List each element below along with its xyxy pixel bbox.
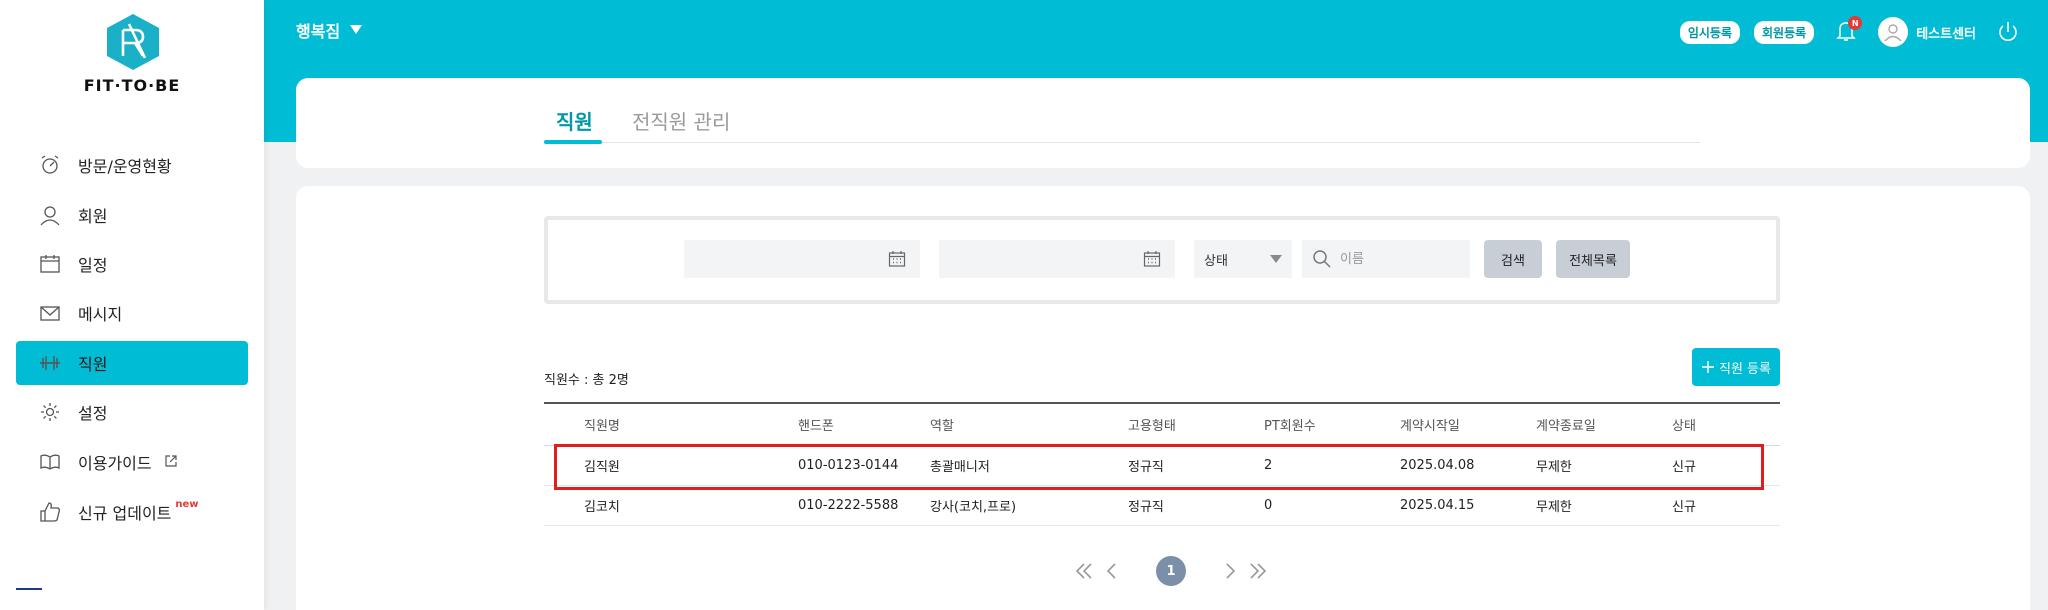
first-page-icon[interactable] xyxy=(1072,559,1096,583)
table-header-row: 직원명 핸드폰 역할 고용형태 PT회원수 계약시작일 계약종료일 상태 xyxy=(544,403,1780,445)
sidebar-item-guide[interactable]: 이용가이드 xyxy=(16,440,248,484)
tab-staff[interactable]: 직원 xyxy=(556,106,593,135)
table-spacer xyxy=(544,485,584,525)
table-cell: 010-2222-5588 xyxy=(798,497,899,513)
name-search-field[interactable] xyxy=(1302,240,1470,278)
brand-logo-text: FIT·TO·BE xyxy=(83,76,181,95)
sidebar-item-visit-status[interactable]: 방문/운영현황 xyxy=(16,143,248,187)
search-button[interactable]: 검색 xyxy=(1484,240,1542,278)
logout-button[interactable] xyxy=(1996,20,2020,44)
sidebar-item-label: 일정 xyxy=(78,256,108,275)
sidebar: FIT·TO·BE 방문/운영현황 회원 일정 메시지 직원 설정 이용가이드 … xyxy=(0,0,264,610)
end-date-input[interactable] xyxy=(939,240,1175,278)
status-select-label: 상태 xyxy=(1204,253,1228,269)
center-selector[interactable]: 행복짐 xyxy=(296,18,363,42)
new-badge: new xyxy=(175,498,199,510)
caret-down-icon xyxy=(1270,255,1282,263)
dumbbell-icon xyxy=(38,351,62,375)
plus-icon xyxy=(1702,361,1714,373)
caret-down-icon xyxy=(350,25,363,34)
external-link-icon xyxy=(164,453,178,472)
sidebar-item-label: 이용가이드 xyxy=(78,454,152,473)
sidebar-item-new-update[interactable]: 신규 업데이트 new xyxy=(16,490,248,534)
notification-badge: N xyxy=(1848,16,1863,30)
table-cell: 0 xyxy=(1264,497,1273,513)
tab-former-staff[interactable]: 전직원 관리 xyxy=(632,106,730,135)
table-cell: 김코치 xyxy=(584,499,620,515)
sidebar-divider xyxy=(16,588,42,590)
prev-page-icon[interactable] xyxy=(1100,559,1124,583)
staff-count: 직원수 : 총 2명 xyxy=(544,373,629,388)
table-cell: 정규직 xyxy=(1128,499,1164,515)
tab-card: 직원 전직원 관리 xyxy=(296,78,2030,168)
all-list-button[interactable]: 전체목록 xyxy=(1556,240,1630,278)
calendar-icon xyxy=(38,252,62,276)
column-header: 상태 xyxy=(1672,418,1696,434)
sidebar-item-label: 설정 xyxy=(78,404,108,423)
column-header: 고용형태 xyxy=(1128,418,1176,434)
power-icon xyxy=(1999,22,2017,41)
calendar-icon xyxy=(1143,250,1161,272)
user-icon xyxy=(1884,24,1902,42)
member-register-button[interactable]: 회원등록 xyxy=(1754,20,1815,44)
table-spacer xyxy=(544,403,584,445)
sidebar-item-schedule[interactable]: 일정 xyxy=(16,242,248,286)
column-header: 핸드폰 xyxy=(798,418,834,434)
main-card: 상태 검색 전체목록 직원수 : 총 2명 직원 등록 직원명 핸드폰 역할 고… xyxy=(296,186,2030,610)
table-cell: 신규 xyxy=(1672,499,1696,515)
sidebar-item-staff[interactable]: 직원 xyxy=(16,341,248,385)
active-tab-indicator xyxy=(544,140,602,144)
table-row[interactable]: 김코치 010-2222-5588 강사(코치,프로) 정규직 0 2025.0… xyxy=(544,485,1780,525)
pagination: 1 xyxy=(1072,556,1270,586)
search-icon xyxy=(1313,250,1331,268)
status-select[interactable]: 상태 xyxy=(1194,240,1292,278)
row-highlight-box xyxy=(554,444,1764,490)
start-date-input[interactable] xyxy=(684,240,920,278)
add-staff-label: 직원 등록 xyxy=(1719,361,1771,377)
column-header: PT회원수 xyxy=(1264,418,1316,434)
column-header: 계약종료일 xyxy=(1536,418,1596,434)
book-icon xyxy=(38,450,62,474)
thumbs-up-icon xyxy=(38,500,62,524)
notification-button[interactable]: N xyxy=(1836,16,1863,44)
sidebar-item-message[interactable]: 메시지 xyxy=(16,291,248,335)
visit-status-icon xyxy=(38,153,62,177)
page-number[interactable]: 1 xyxy=(1156,556,1186,586)
user-name[interactable]: 테스트센터 xyxy=(1916,23,1976,42)
temp-register-button[interactable]: 임시등록 xyxy=(1679,20,1741,44)
add-staff-button[interactable]: 직원 등록 xyxy=(1692,348,1780,386)
gear-icon xyxy=(38,400,62,424)
center-name: 행복짐 xyxy=(296,22,341,41)
sidebar-item-settings[interactable]: 설정 xyxy=(16,390,248,434)
sidebar-item-label: 회원 xyxy=(78,207,108,226)
calendar-icon xyxy=(888,250,906,272)
table-cell: 강사(코치,프로) xyxy=(930,499,1017,515)
tab-divider xyxy=(544,142,1700,143)
column-header: 계약시작일 xyxy=(1400,418,1460,434)
next-page-icon[interactable] xyxy=(1218,559,1242,583)
last-page-icon[interactable] xyxy=(1246,559,1270,583)
sidebar-item-member[interactable]: 회원 xyxy=(16,193,248,237)
header-actions: 임시등록 회원등록 N 테스트센터 xyxy=(1666,14,2020,50)
sidebar-item-label: 직원 xyxy=(78,355,108,374)
sidebar-item-label: 신규 업데이트 xyxy=(78,504,172,523)
sidebar-item-label: 메시지 xyxy=(78,305,123,324)
member-icon xyxy=(38,203,62,227)
mail-icon xyxy=(38,301,62,325)
column-header: 직원명 xyxy=(584,418,620,434)
brand-logo[interactable] xyxy=(97,12,169,72)
table-cell: 무제한 xyxy=(1536,499,1572,515)
column-header: 역할 xyxy=(930,418,954,434)
avatar[interactable] xyxy=(1878,17,1909,47)
search-filter-panel: 상태 검색 전체목록 xyxy=(544,216,1780,304)
sidebar-item-label: 방문/운영현황 xyxy=(78,157,172,176)
name-search-input[interactable] xyxy=(1340,251,1450,267)
table-cell: 2025.04.15 xyxy=(1400,497,1475,513)
